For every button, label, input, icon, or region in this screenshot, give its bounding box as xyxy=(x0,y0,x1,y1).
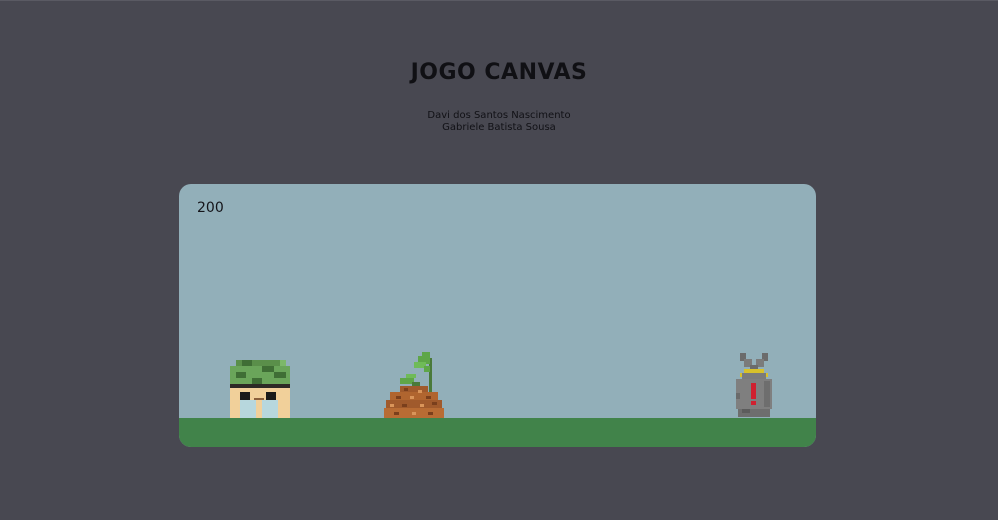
soldier-helmet-icon xyxy=(230,360,290,418)
player-soldier xyxy=(230,360,290,420)
author-name: Davi dos Santos Nascimento xyxy=(427,110,571,121)
author-name: Gabriele Batista Sousa xyxy=(442,122,556,133)
gray-bag-icon xyxy=(736,353,772,417)
authors-block: Davi dos Santos Nascimento Gabriele Bati… xyxy=(0,110,998,134)
window-top-border xyxy=(0,0,998,1)
game-canvas[interactable]: 200 xyxy=(179,184,816,447)
dirt-sprout-icon xyxy=(384,352,444,418)
page-title: JOGO CANVAS xyxy=(410,60,588,85)
score-counter: 200 xyxy=(197,200,224,216)
enemy-gray-bag xyxy=(736,353,772,419)
ground-strip xyxy=(179,418,816,447)
obstacle-dirt-mound-sprout xyxy=(384,352,444,420)
